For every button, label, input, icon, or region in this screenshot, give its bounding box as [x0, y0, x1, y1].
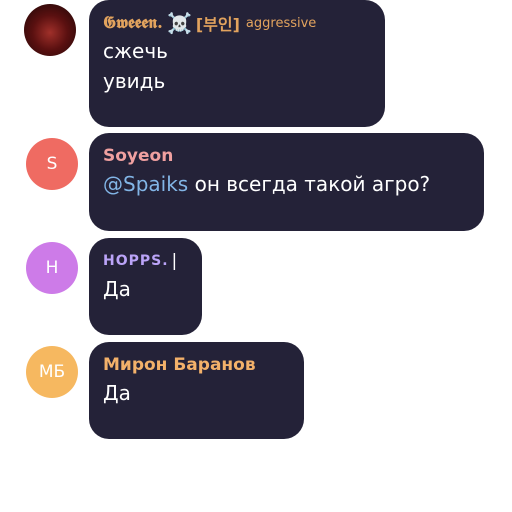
- message-text: Да: [103, 277, 131, 301]
- message-bubble: Soyeon @Spaiks он всегда такой агро?: [89, 133, 484, 231]
- author-name[interactable]: Soyeon: [103, 146, 173, 166]
- message-bubble: Мирон Баранов Да: [89, 342, 304, 439]
- author-tag: aggressive: [245, 15, 317, 31]
- author-badge: [부인]: [195, 15, 240, 34]
- message-line: сжечь: [103, 39, 168, 63]
- message-bubble: 𝕲𝖜𝖊𝖊𝖊𝖓. ☠️ [부인] aggressive сжечь увидь: [89, 0, 385, 127]
- message-text: сжечь увидь: [103, 36, 371, 96]
- skull-icon: ☠️: [166, 11, 192, 35]
- author-name[interactable]: 𝕲𝖜𝖊𝖊𝖊𝖓.: [103, 13, 163, 33]
- avatar[interactable]: [24, 4, 76, 56]
- author-row: Soyeon: [103, 143, 470, 169]
- avatar-initials: МБ: [38, 362, 66, 382]
- avatar[interactable]: S: [26, 138, 78, 190]
- author-suffix: |: [171, 251, 178, 271]
- author-name[interactable]: HOPPS.: [103, 253, 169, 269]
- message-line: увидь: [103, 69, 166, 93]
- author-row: Мирон Баранов: [103, 352, 290, 378]
- author-name[interactable]: Мирон Баранов: [103, 355, 256, 375]
- message-bubble: HOPPS. | Да: [89, 238, 202, 335]
- author-row: HOPPS. |: [103, 248, 188, 274]
- avatar-initials: H: [45, 258, 59, 278]
- message-text: Да: [103, 381, 131, 405]
- avatar-initials: S: [46, 154, 58, 174]
- author-row: 𝕲𝖜𝖊𝖊𝖊𝖓. ☠️ [부인] aggressive: [103, 10, 371, 36]
- message-content: он всегда такой агро?: [188, 172, 431, 196]
- avatar[interactable]: МБ: [26, 346, 78, 398]
- message-text: @Spaiks он всегда такой агро?: [103, 169, 470, 199]
- user-mention[interactable]: @Spaiks: [103, 172, 188, 196]
- avatar[interactable]: H: [26, 242, 78, 294]
